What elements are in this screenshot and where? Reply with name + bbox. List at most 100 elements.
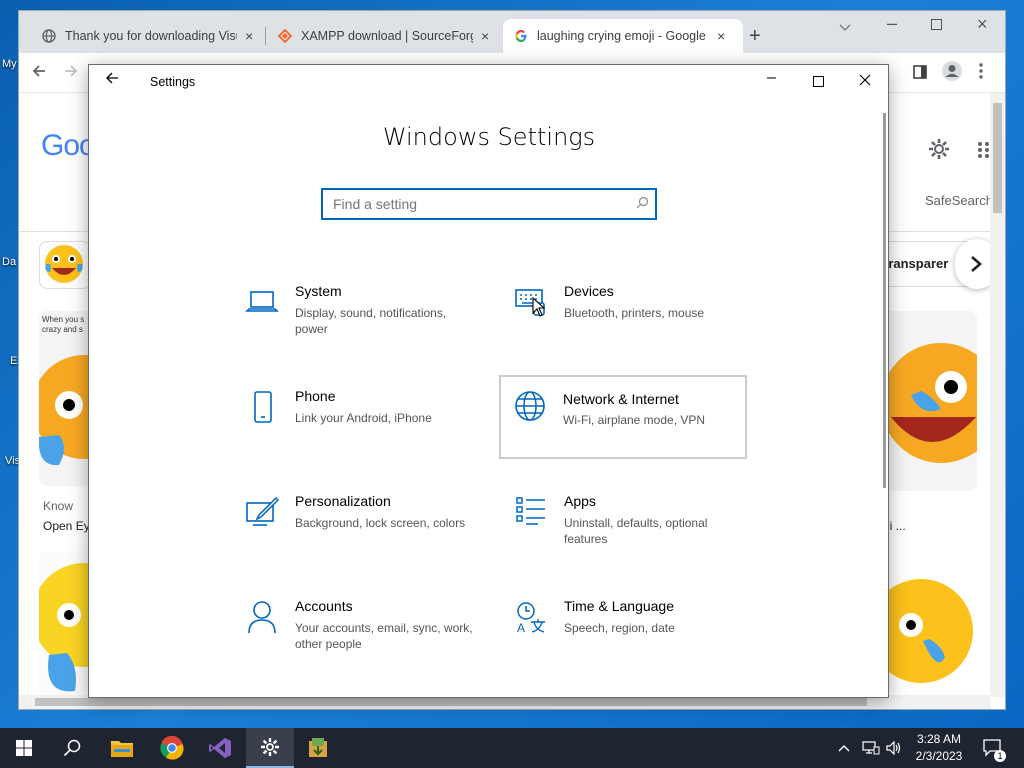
category-description: Bluetooth, printers, mouse xyxy=(564,306,705,320)
category-name: Apps xyxy=(564,493,596,509)
google-logo[interactable]: Goo xyxy=(41,129,96,163)
settings-window: Settings – Windows Settings System Displ… xyxy=(88,64,889,698)
browser-tab[interactable]: XAMPP download | SourceForge. × xyxy=(267,19,499,53)
image-result-card[interactable] xyxy=(881,311,977,491)
image-result-card[interactable] xyxy=(881,551,977,697)
browser-tab-active[interactable]: laughing crying emoji - Google × xyxy=(503,19,743,53)
minimize-icon[interactable]: – xyxy=(887,13,897,34)
installer-taskbar-button[interactable] xyxy=(294,728,342,768)
network-icon[interactable] xyxy=(862,728,880,768)
tab-search-icon[interactable] xyxy=(839,19,851,35)
settings-scrollbar[interactable] xyxy=(883,113,886,488)
category-description: Wi-Fi, airplane mode, VPN xyxy=(563,413,706,427)
minimize-icon[interactable]: – xyxy=(767,69,776,87)
laptop-icon xyxy=(245,291,279,312)
safesearch-label[interactable]: SafeSearch xyxy=(925,193,991,208)
close-tab-icon[interactable]: × xyxy=(717,28,725,44)
person-icon xyxy=(248,601,276,634)
profile-avatar-icon[interactable] xyxy=(941,60,963,87)
gear-icon xyxy=(261,738,279,756)
category-accounts[interactable]: Accounts Your accounts, email, sync, wor… xyxy=(231,590,479,672)
category-name: Time & Language xyxy=(564,598,674,614)
visual-studio-button[interactable] xyxy=(196,728,244,768)
category-name: Devices xyxy=(564,283,614,299)
system-clock[interactable]: 3:28 AM 2/3/2023 xyxy=(906,731,972,765)
sourceforge-icon xyxy=(277,28,293,44)
tab-title: laughing crying emoji - Google xyxy=(537,29,706,43)
image-result-card[interactable]: When you s crazy and s xyxy=(39,311,91,486)
emoji-image xyxy=(39,563,91,692)
installer-icon xyxy=(309,738,327,757)
settings-taskbar-button[interactable] xyxy=(246,728,294,768)
desktop-icon-label[interactable]: Da xyxy=(2,256,16,268)
folder-icon xyxy=(111,741,133,757)
emoji-image xyxy=(39,355,91,466)
scrollbar-thumb[interactable] xyxy=(35,698,867,706)
desktop-icon-label[interactable]: My xyxy=(2,58,17,70)
globe-icon xyxy=(41,28,57,44)
back-arrow-icon[interactable] xyxy=(31,63,47,84)
maximize-icon[interactable] xyxy=(931,17,942,33)
search-box[interactable] xyxy=(321,188,657,220)
forward-arrow-icon[interactable] xyxy=(63,63,79,84)
category-description: Link your Android, iPhone xyxy=(295,411,432,425)
svg-text:A: A xyxy=(517,621,525,634)
file-explorer-button[interactable] xyxy=(98,728,146,768)
time-language-icon: A xyxy=(517,602,545,634)
more-menu-icon[interactable] xyxy=(979,63,983,84)
paint-icon xyxy=(246,496,279,526)
category-name: Accounts xyxy=(295,598,353,614)
tab-title: Thank you for downloading Visu xyxy=(65,29,237,43)
chrome-taskbar-button[interactable] xyxy=(148,728,196,768)
source-label[interactable]: Know xyxy=(43,499,73,513)
category-name: Personalization xyxy=(295,493,391,509)
category-phone[interactable]: Phone Link your Android, iPhone xyxy=(231,380,479,462)
category-description: Display, sound, notifications, power xyxy=(295,306,447,336)
desktop-icon-label[interactable]: E xyxy=(10,355,17,367)
start-button[interactable] xyxy=(0,728,48,768)
back-arrow-icon[interactable] xyxy=(105,71,119,90)
emoji-image xyxy=(881,579,973,683)
category-system[interactable]: System Display, sound, notifications, po… xyxy=(231,275,479,357)
chevron-up-icon[interactable] xyxy=(838,728,850,768)
new-tab-button[interactable]: + xyxy=(749,25,761,48)
result-title[interactable]: ji ... xyxy=(887,519,906,533)
next-chips-button[interactable] xyxy=(955,239,991,289)
category-name: Network & Internet xyxy=(563,391,679,407)
category-personalization[interactable]: Personalization Background, lock screen,… xyxy=(231,485,479,567)
apps-grid-icon[interactable] xyxy=(977,141,989,164)
close-tab-icon[interactable]: × xyxy=(245,28,253,44)
image-result-card[interactable] xyxy=(39,551,91,697)
category-devices[interactable]: Devices Bluetooth, printers, mouse xyxy=(500,275,748,357)
search-button[interactable] xyxy=(48,728,96,768)
related-chip[interactable] xyxy=(39,241,91,289)
chevron-right-icon xyxy=(971,256,982,272)
category-description: Your accounts, email, sync, work, other … xyxy=(295,621,473,651)
settings-gear-icon[interactable] xyxy=(927,137,951,166)
category-description: Speech, region, date xyxy=(564,621,675,635)
emoji-thumbnail xyxy=(45,245,83,283)
scrollbar-thumb[interactable] xyxy=(993,103,1002,213)
search-icon xyxy=(63,739,81,757)
category-time-language[interactable]: A Time & Language Speech, region, date xyxy=(500,590,748,672)
close-window-icon[interactable]: × xyxy=(977,14,988,35)
result-title[interactable]: Open Ey xyxy=(43,519,90,533)
notifications-button[interactable]: 1 xyxy=(982,728,1006,768)
clock-date: 2/3/2023 xyxy=(915,749,963,763)
tab-title: XAMPP download | SourceForge. xyxy=(301,29,473,43)
browser-tab[interactable]: Thank you for downloading Visu × xyxy=(31,19,263,53)
clock-time: 3:28 AM xyxy=(916,732,962,746)
close-tab-icon[interactable]: × xyxy=(481,28,489,44)
search-icon xyxy=(636,196,649,212)
close-window-icon[interactable] xyxy=(859,73,871,91)
page-vertical-scrollbar[interactable] xyxy=(990,93,1005,697)
notification-count-badge: 1 xyxy=(994,750,1006,762)
window-title: Settings xyxy=(150,75,196,89)
side-panel-icon[interactable] xyxy=(913,63,927,84)
category-apps[interactable]: Apps Uninstall, defaults, optional featu… xyxy=(500,485,748,567)
maximize-icon[interactable] xyxy=(813,74,824,92)
category-network[interactable]: Network & Internet Wi-Fi, airplane mode,… xyxy=(499,375,747,459)
page-title: Windows Settings xyxy=(382,123,596,151)
volume-icon[interactable] xyxy=(886,728,902,768)
search-input[interactable] xyxy=(323,190,613,218)
